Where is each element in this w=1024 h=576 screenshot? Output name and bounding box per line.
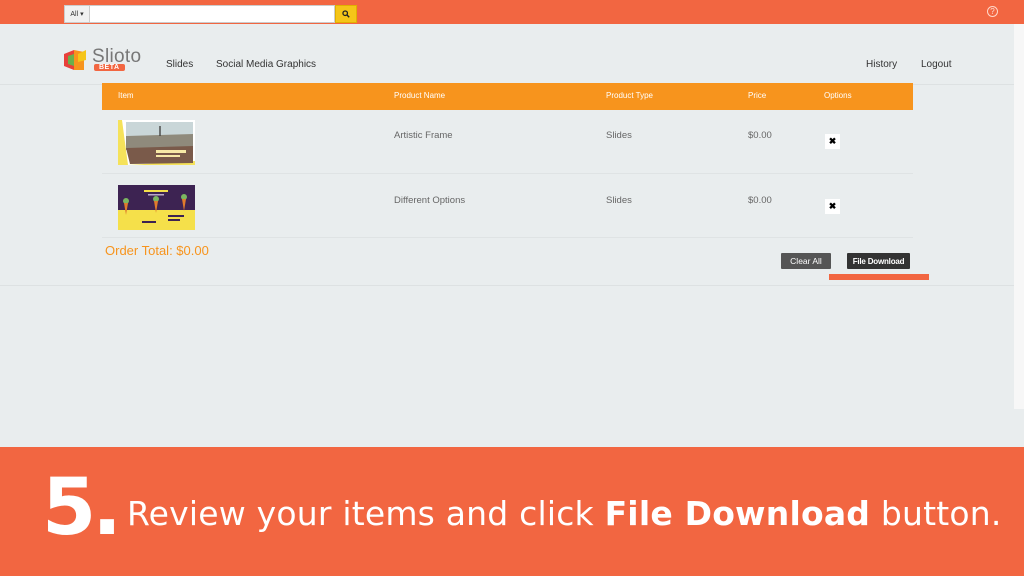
search-bar: All ▾ — [64, 5, 357, 23]
clear-all-button[interactable]: Clear All — [781, 253, 831, 269]
table-header: Item Product Name Product Type Price Opt… — [102, 83, 913, 110]
product-price: $0.00 — [748, 195, 772, 206]
remove-item-button[interactable]: ✖ — [825, 199, 840, 214]
beta-badge: BETA — [94, 64, 125, 71]
nav-link-social-media-graphics[interactable]: Social Media Graphics — [216, 59, 316, 70]
instruction-text-before: Review your items and click — [127, 494, 605, 533]
logo[interactable]: Slioto BETA — [64, 46, 144, 74]
close-icon: ✖ — [828, 201, 837, 211]
column-header-price: Price — [748, 91, 767, 100]
file-download-button[interactable]: File Download — [847, 253, 910, 269]
remove-item-button[interactable]: ✖ — [825, 134, 840, 149]
search-icon — [342, 10, 350, 18]
navbar: Slioto BETA Slides Social Media Graphics… — [0, 24, 1014, 82]
column-header-product-type: Product Type — [606, 91, 653, 100]
nav-link-logout[interactable]: Logout — [921, 59, 952, 70]
top-bar: All ▾ ? — [0, 0, 1024, 24]
nav-link-slides[interactable]: Slides — [166, 59, 193, 70]
instruction-text: Review your items and click File Downloa… — [127, 494, 1002, 533]
search-input[interactable] — [90, 5, 335, 23]
table-row: Different Options Slides $0.00 ✖ — [102, 174, 913, 238]
product-price: $0.00 — [748, 130, 772, 141]
table-row: Artistic Frame Slides $0.00 ✖ — [102, 110, 913, 174]
item-thumbnail[interactable] — [118, 185, 195, 230]
scrollbar-track[interactable] — [1014, 24, 1024, 409]
step-number: 5. — [42, 463, 122, 553]
product-type: Slides — [606, 130, 632, 141]
item-thumbnail[interactable] — [118, 120, 195, 165]
instruction-text-after: button. — [870, 494, 1002, 533]
close-icon: ✖ — [828, 136, 837, 146]
column-header-item: Item — [118, 91, 134, 100]
column-header-product-name: Product Name — [394, 91, 446, 100]
product-type: Slides — [606, 195, 632, 206]
highlight-underline — [829, 274, 929, 280]
instruction-text-bold: File Download — [604, 494, 871, 533]
product-name: Artistic Frame — [394, 130, 453, 141]
instruction-banner: 5. Review your items and click File Down… — [0, 447, 1024, 576]
search-scope-label: All — [70, 10, 79, 18]
caret-down-icon: ▾ — [80, 11, 84, 18]
page-body: Slioto BETA Slides Social Media Graphics… — [0, 24, 1024, 447]
nav-link-history[interactable]: History — [866, 59, 897, 70]
order-total: Order Total: $0.00 — [105, 243, 209, 258]
product-name: Different Options — [394, 195, 466, 206]
logo-mark-icon — [64, 50, 86, 70]
column-header-options: Options — [824, 91, 852, 100]
search-button[interactable] — [335, 5, 357, 23]
help-icon[interactable]: ? — [987, 6, 998, 17]
search-scope-select[interactable]: All ▾ — [64, 5, 90, 23]
